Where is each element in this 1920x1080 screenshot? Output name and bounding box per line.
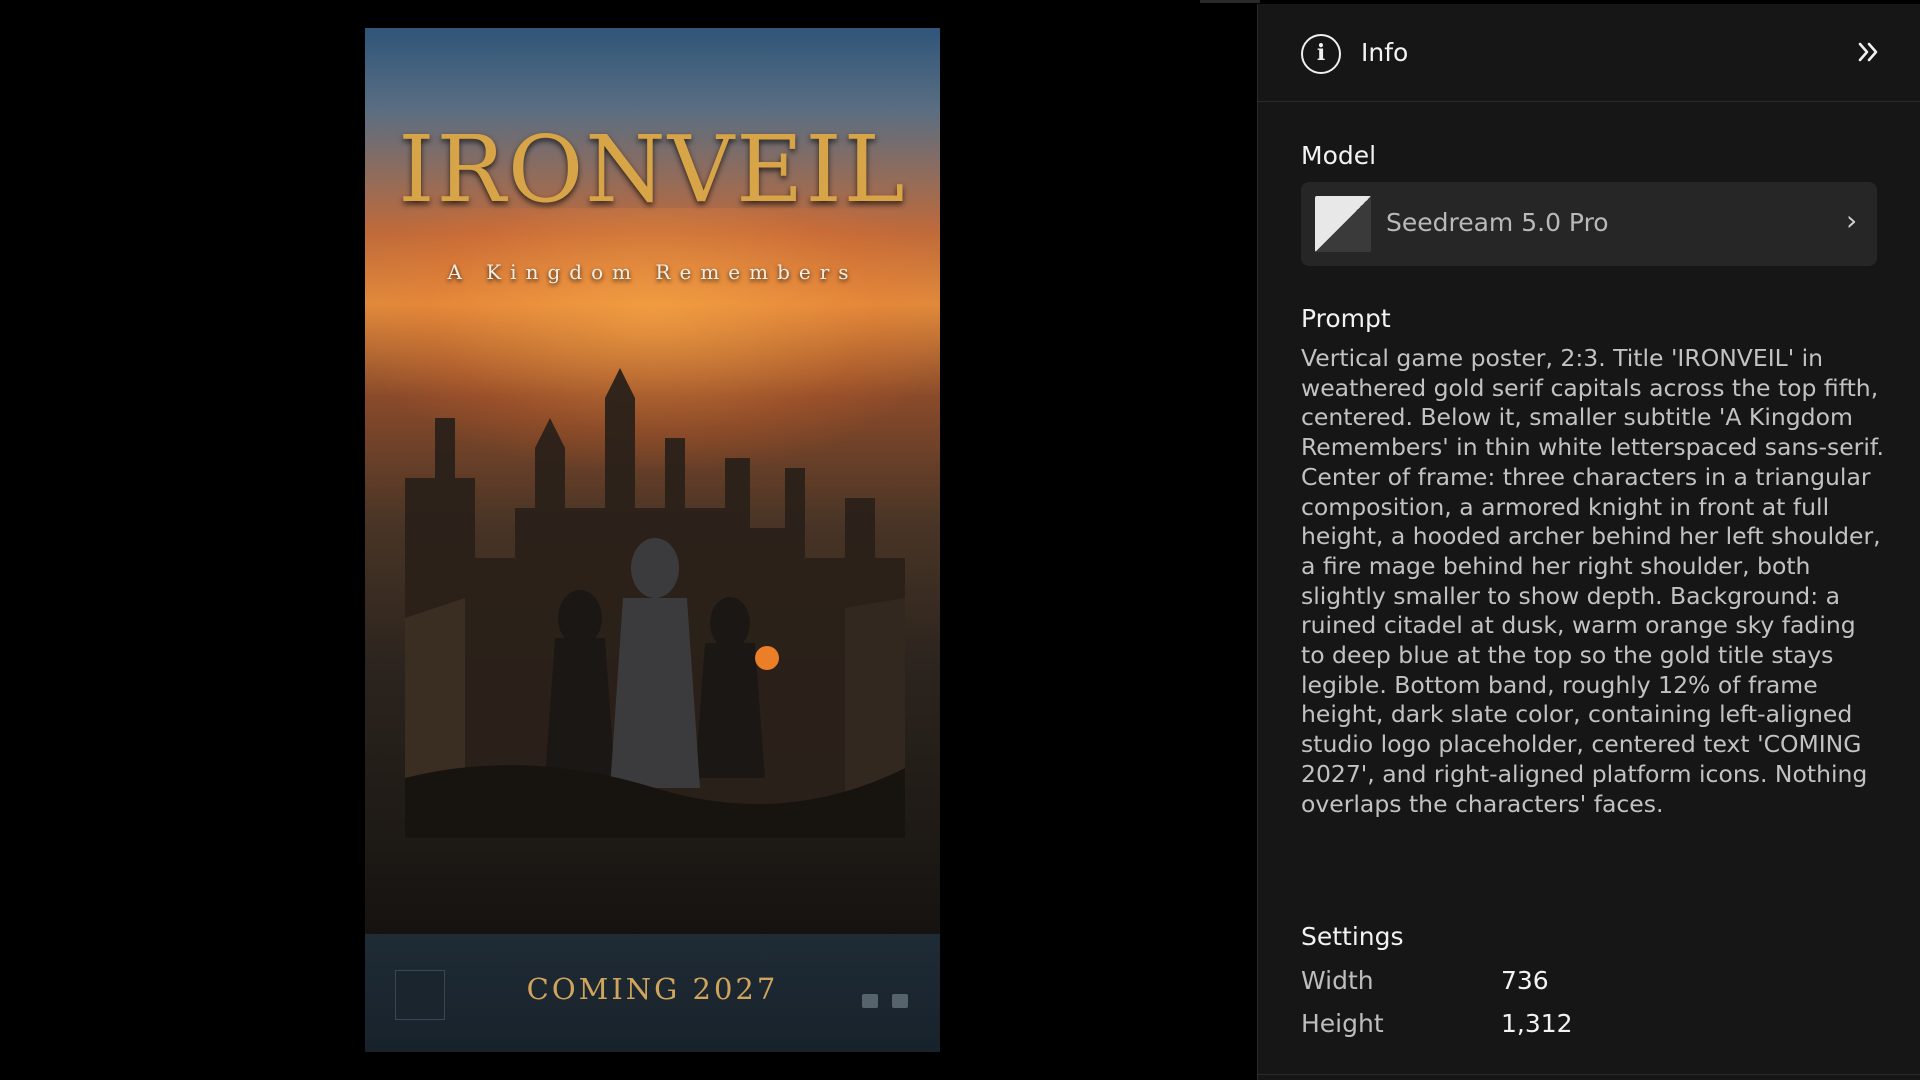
platform-icon: [862, 994, 878, 1008]
top-divider: [1200, 0, 1260, 3]
setting-row-height: Height 1,312: [1301, 1009, 1573, 1038]
image-canvas: IRONVEIL A Kingdom Remembers COMING 2027: [0, 0, 1257, 1080]
info-panel: i Info Model Seedream 5.0 Pro › Prompt V…: [1257, 4, 1920, 1080]
info-icon: i: [1301, 34, 1341, 74]
prompt-label: Prompt: [1301, 304, 1391, 333]
poster-bottom-band: COMING 2027: [365, 934, 940, 1052]
panel-bottom-divider: [1258, 1074, 1920, 1075]
panel-title: Info: [1361, 38, 1409, 67]
setting-key: Width: [1301, 966, 1374, 995]
platform-icons: [862, 994, 908, 1008]
model-name: Seedream 5.0 Pro: [1386, 208, 1609, 237]
prompt-text: Vertical game poster, 2:3. Title 'IRONVE…: [1301, 344, 1884, 818]
setting-value: 1,312: [1501, 1009, 1573, 1038]
collapse-panel-button[interactable]: [1848, 36, 1888, 76]
double-chevron-right-icon: [1858, 42, 1878, 62]
coming-soon-text: COMING 2027: [526, 972, 779, 1006]
settings-label: Settings: [1301, 922, 1404, 951]
poster-title: IRONVEIL: [398, 116, 907, 223]
setting-value: 736: [1501, 966, 1549, 995]
model-label: Model: [1301, 141, 1377, 170]
platform-icon: [892, 994, 908, 1008]
citadel-and-characters-artwork: [405, 368, 905, 838]
model-selector[interactable]: Seedream 5.0 Pro ›: [1301, 182, 1877, 266]
generated-poster-image[interactable]: IRONVEIL A Kingdom Remembers COMING 2027: [365, 28, 940, 1052]
model-thumbnail: [1315, 196, 1371, 252]
setting-row-width: Width 736: [1301, 966, 1549, 995]
chevron-right-icon: ›: [1846, 204, 1858, 237]
poster-subtitle: A Kingdom Remembers: [447, 260, 858, 284]
info-panel-header: i Info: [1258, 4, 1920, 102]
setting-key: Height: [1301, 1009, 1384, 1038]
